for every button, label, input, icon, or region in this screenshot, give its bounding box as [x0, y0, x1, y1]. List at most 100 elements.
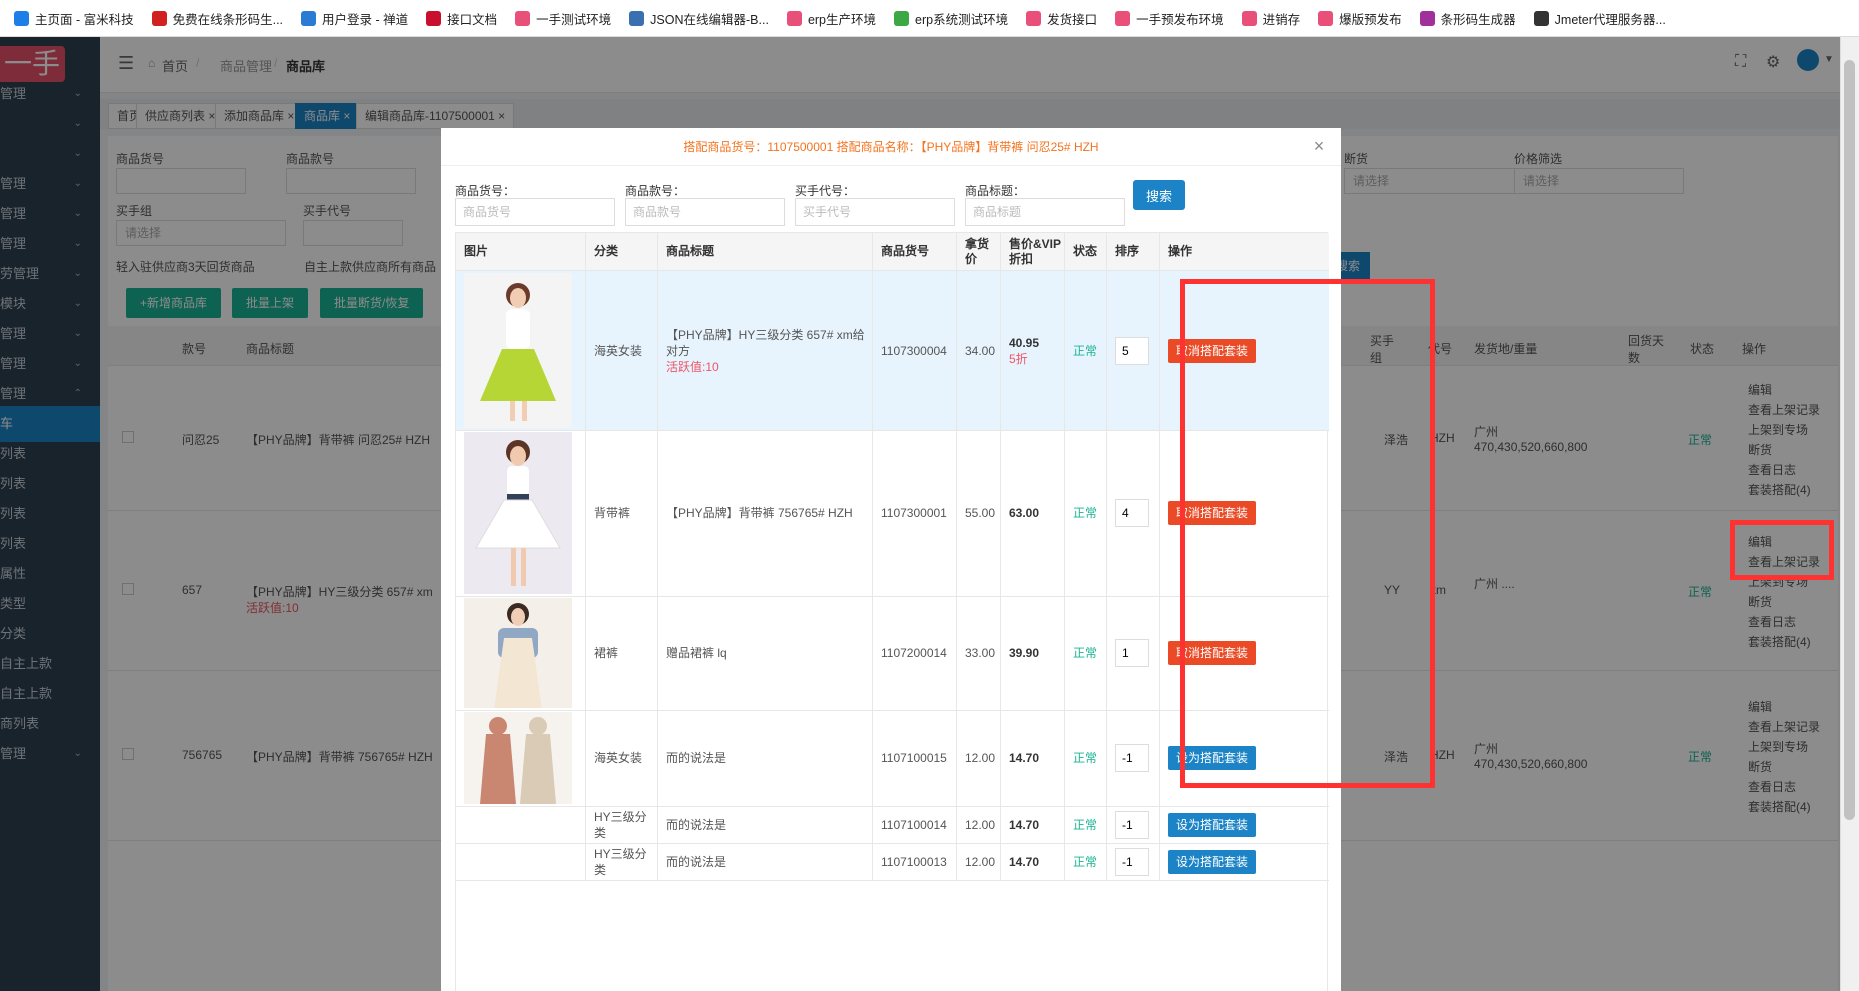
code-icon [629, 10, 645, 26]
table-row: HY三级分类而的说法是 110710001412.00 14.70 正常 设为搭配套装 [456, 806, 1329, 844]
bookmark-label: 免费在线条形码生... [172, 12, 284, 27]
search-goods-no-input[interactable] [455, 198, 615, 226]
bookmark-item[interactable]: 主页面 - 富米科技 [14, 9, 134, 28]
bookmark-item[interactable]: JSON在线编辑器-B... [629, 9, 769, 28]
bookmark-label: 用户登录 - 禅道 [322, 12, 409, 27]
globe-icon [301, 10, 317, 26]
sort-input[interactable] [1115, 810, 1149, 839]
product-image [464, 598, 572, 708]
page-scrollbar-thumb[interactable] [1844, 60, 1855, 820]
col-price: 售价&VIP折扣 [1001, 233, 1065, 271]
sale-price: 14.70 [1009, 751, 1040, 765]
sort-input[interactable] [1115, 499, 1149, 527]
app-icon [1318, 10, 1334, 26]
bookmark-label: 一手预发布环境 [1136, 12, 1224, 27]
bookmark-item[interactable]: 发货接口 [1026, 9, 1097, 28]
image-cell [456, 710, 586, 806]
bookmark-label: 接口文档 [447, 12, 498, 27]
cost-cell: 34.00 [957, 271, 1001, 430]
sale-price: 14.70 [1009, 854, 1040, 869]
goods-no-cell: 1107300001 [873, 430, 957, 596]
leaf-icon [894, 10, 910, 26]
bookmark-label: Jmeter代理服务器... [1554, 12, 1666, 27]
category-cell: HY三级分类 [586, 806, 658, 843]
product-image [464, 712, 572, 804]
r-logo-icon [426, 10, 442, 26]
app-icon [1241, 10, 1257, 26]
search-style-no-input[interactable] [625, 198, 785, 226]
title-cell: 【PHY品牌】背带裤 756765# HZH [658, 430, 873, 596]
bookmark-item[interactable]: 免费在线条形码生... [151, 9, 284, 28]
bookmark-item[interactable]: 接口文档 [426, 9, 497, 28]
search-title-label: 商品标题： [965, 184, 1026, 198]
search-style-no-label: 商品款号： [625, 184, 686, 198]
app-icon [1026, 10, 1042, 26]
cost-cell: 33.00 [957, 596, 1001, 710]
feather-icon [1533, 10, 1549, 26]
category-cell: 海英女装 [586, 710, 658, 806]
status-cell: 正常 [1065, 710, 1107, 806]
image-cell [456, 271, 586, 430]
bookmark-item[interactable]: erp系统测试环境 [894, 9, 1008, 28]
search-goods-no-label: 商品货号： [455, 184, 516, 198]
product-title: 而的说法是 [666, 817, 727, 832]
seal-icon [151, 10, 167, 26]
bookmark-label: 一手测试环境 [536, 12, 612, 27]
bookmark-item[interactable]: 爆版预发布 [1318, 9, 1402, 28]
title-cell: 而的说法是 [658, 710, 873, 806]
col-actions: 操作 [1160, 233, 1329, 271]
sort-input[interactable] [1115, 847, 1149, 876]
goods-no-cell: 1107300004 [873, 271, 957, 430]
status-cell: 正常 [1065, 271, 1107, 430]
title-cell: 【PHY品牌】HY三级分类 657# xm给对方 活跃值:10 [658, 271, 873, 430]
goods-no-cell: 1107200014 [873, 596, 957, 710]
search-buyer-label: 买手代号： [795, 184, 856, 198]
status-cell: 正常 [1065, 596, 1107, 710]
price-cell: 14.70 [1001, 710, 1065, 806]
action-cell: 设为搭配套装 [1160, 806, 1329, 843]
table-row: HY三级分类而的说法是 110710001312.00 14.70 正常 设为搭配套装 [456, 843, 1329, 881]
bookmark-item[interactable]: 一手预发布环境 [1115, 9, 1224, 28]
bookmark-item[interactable]: Jmeter代理服务器... [1533, 9, 1666, 28]
image-cell [456, 843, 586, 880]
search-buyer-input[interactable] [795, 198, 955, 226]
vip-discount: 5折 [1009, 351, 1028, 366]
sort-input[interactable] [1115, 639, 1149, 667]
cost-cell: 12.00 [957, 843, 1001, 880]
x-logo-icon [14, 10, 29, 26]
search-button[interactable]: 搜索 [1133, 180, 1185, 210]
sort-input[interactable] [1115, 336, 1149, 365]
sort-input[interactable] [1115, 744, 1149, 772]
price-cell: 14.70 [1001, 843, 1065, 880]
price-cell: 39.90 [1001, 596, 1065, 710]
close-icon[interactable]: × [1309, 136, 1329, 156]
cost-cell: 12.00 [957, 806, 1001, 843]
cost-cell: 12.00 [957, 710, 1001, 806]
bookmark-label: 发货接口 [1047, 12, 1098, 27]
highlight-box-suit-link [1730, 520, 1834, 580]
bookmark-item[interactable]: erp生产环境 [786, 9, 877, 28]
set-suit-button[interactable]: 设为搭配套装 [1168, 812, 1257, 837]
price-cell: 63.00 [1001, 430, 1065, 596]
bookmark-label: erp生产环境 [807, 12, 877, 27]
product-title: 【PHY品牌】背带裤 756765# HZH [666, 506, 853, 520]
category-cell: 海英女装 [586, 271, 658, 430]
sale-price: 63.00 [1009, 506, 1040, 520]
bookmark-item[interactable]: 条形码生成器 [1419, 9, 1516, 28]
action-cell: 设为搭配套装 [1160, 843, 1329, 880]
set-suit-button[interactable]: 设为搭配套装 [1168, 849, 1257, 874]
price-cell: 14.70 [1001, 806, 1065, 843]
modal-title: 搭配商品货号：1107500001 搭配商品名称：【PHY品牌】背带裤 问忍25… [441, 128, 1341, 166]
product-title: 而的说法是 [666, 751, 727, 765]
app-icon [786, 10, 802, 26]
bookmark-label: 条形码生成器 [1440, 12, 1516, 27]
goods-no-cell: 1107100014 [873, 806, 957, 843]
bookmark-item[interactable]: 用户登录 - 禅道 [301, 9, 408, 28]
category-cell: 裙裤 [586, 596, 658, 710]
bookmark-item[interactable]: 进销存 [1241, 9, 1300, 28]
search-title-input[interactable] [965, 198, 1125, 226]
bookmark-label: 主页面 - 富米科技 [35, 12, 134, 27]
sale-price: 40.95 [1009, 335, 1040, 350]
sort-cell [1107, 430, 1160, 596]
bookmark-item[interactable]: 一手测试环境 [515, 9, 611, 28]
